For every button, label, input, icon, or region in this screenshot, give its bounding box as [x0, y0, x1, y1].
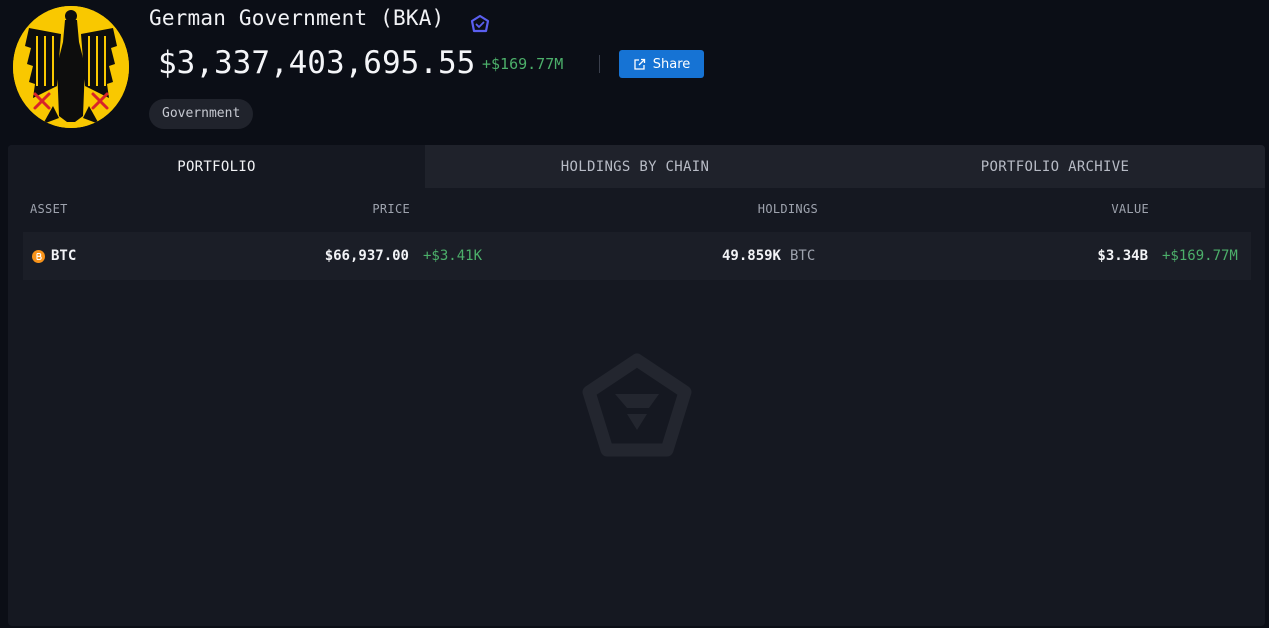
tab-bar: PORTFOLIO HOLDINGS BY CHAIN PORTFOLIO AR… — [8, 145, 1265, 188]
tab-portfolio[interactable]: PORTFOLIO — [8, 145, 425, 188]
bitcoin-icon — [32, 250, 45, 263]
column-header-price[interactable]: PRICE — [372, 202, 410, 216]
share-button-label: Share — [652, 56, 691, 72]
share-button[interactable]: Share — [619, 50, 704, 78]
entity-header: German Government (BKA) $3,337,403,695.5… — [0, 0, 1269, 145]
entity-name: German Government (BKA) — [149, 6, 445, 30]
portfolio-panel: PORTFOLIO HOLDINGS BY CHAIN PORTFOLIO AR… — [8, 145, 1265, 626]
total-balance: $3,337,403,695.55 — [158, 45, 476, 81]
asset-value: $3.34B — [1097, 248, 1148, 264]
balance-change: +$169.77M — [482, 55, 564, 73]
header-divider — [599, 55, 600, 73]
german-eagle-icon — [13, 6, 129, 128]
tab-portfolio-archive[interactable]: PORTFOLIO ARCHIVE — [845, 145, 1265, 188]
external-link-icon — [634, 58, 645, 70]
asset-price-change: +$3.41K — [423, 248, 483, 264]
column-header-value[interactable]: VALUE — [1111, 202, 1149, 216]
entity-avatar — [13, 6, 129, 128]
arkham-logo-watermark — [582, 353, 692, 457]
asset-holdings: 49.859K — [721, 248, 781, 264]
table-row[interactable]: BTC $66,937.00 +$3.41K 49.859K BTC $3.34… — [23, 232, 1251, 280]
asset-symbol[interactable]: BTC — [51, 248, 76, 265]
verified-badge-icon — [470, 14, 490, 33]
column-header-asset[interactable]: ASSET — [30, 202, 68, 216]
asset-holdings-unit: BTC — [790, 248, 816, 264]
tab-holdings-by-chain[interactable]: HOLDINGS BY CHAIN — [425, 145, 845, 188]
entity-tag[interactable]: Government — [149, 99, 254, 129]
asset-value-change: +$169.77M — [1162, 248, 1238, 264]
asset-price: $66,937.00 — [324, 248, 409, 264]
column-header-holdings[interactable]: HOLDINGS — [758, 202, 818, 216]
